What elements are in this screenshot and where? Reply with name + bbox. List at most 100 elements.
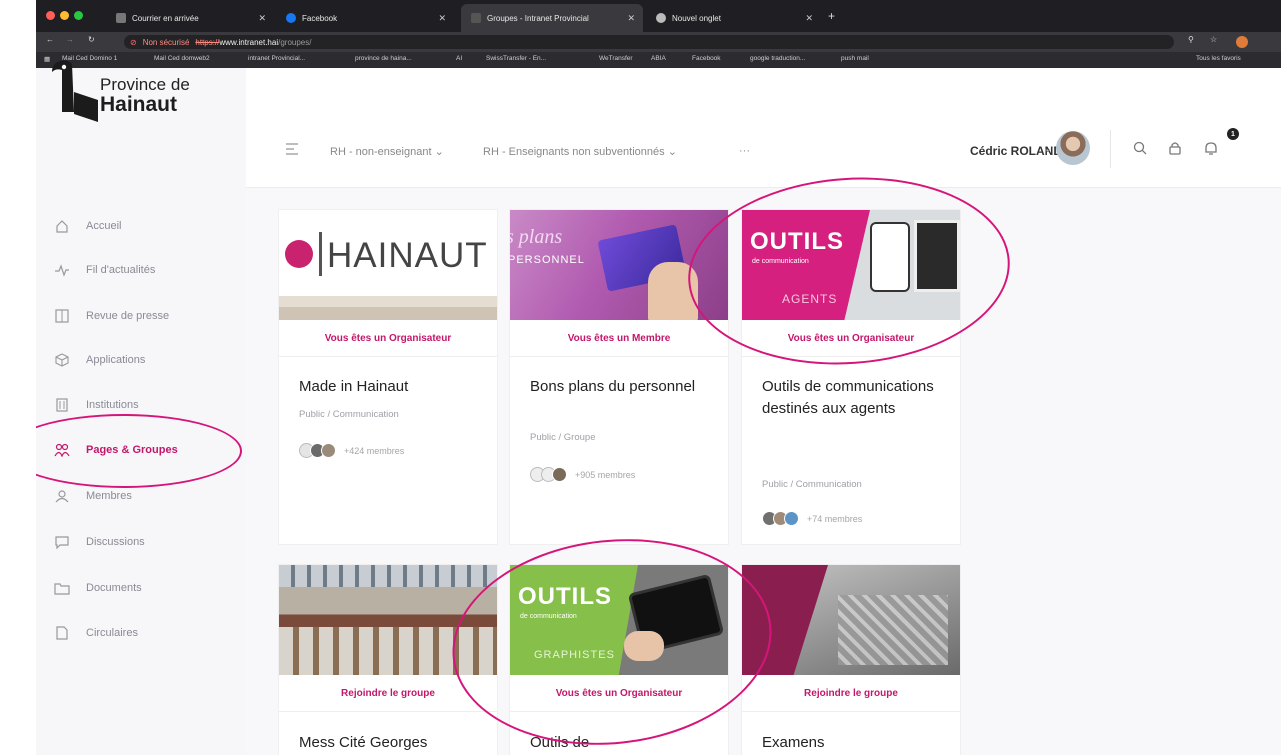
- sidebar-item-applications[interactable]: Applications: [54, 350, 145, 370]
- tables-shape: [279, 627, 497, 675]
- bookmark-item[interactable]: SwissTransfer - En...: [486, 55, 546, 62]
- security-warning-icon: ⊘: [130, 37, 137, 47]
- group-card[interactable]: s plans PERSONNEL Vous êtes un Membre Bo…: [510, 210, 728, 544]
- url-input[interactable]: ⊘ Non sécurisé https:// www.intranet.hai…: [124, 35, 1174, 49]
- sidebar-item-accueil[interactable]: Accueil: [54, 216, 121, 236]
- lock-icon[interactable]: [1168, 141, 1182, 160]
- folder-icon: [54, 580, 70, 596]
- menu-toggle-icon[interactable]: [286, 142, 300, 160]
- group-card[interactable]: OUTILS de communication AGENTS Vous êtes…: [742, 210, 960, 544]
- logo-line2: Hainaut: [100, 93, 178, 116]
- close-tab-icon[interactable]: ✕: [627, 13, 635, 24]
- bookmark-star-icon[interactable]: ☆: [1210, 35, 1217, 44]
- group-meta: Public / Communication: [762, 479, 862, 490]
- page-icon: [471, 13, 481, 23]
- sidebar-item-institutions[interactable]: Institutions: [54, 395, 139, 415]
- group-title[interactable]: Examens: [762, 732, 942, 754]
- member-avatars: +74 membres: [762, 511, 862, 526]
- group-card[interactable]: OUTILS de communication GRAPHISTES Vous …: [510, 565, 728, 755]
- sidebar-item-fil[interactable]: Fil d'actualités: [54, 260, 155, 280]
- chrome-icon: [656, 13, 666, 23]
- sidebar-item-documents[interactable]: Documents: [54, 578, 142, 598]
- group-role[interactable]: Rejoindre le groupe: [742, 688, 960, 699]
- close-tab-icon[interactable]: ✕: [805, 13, 813, 24]
- group-role: Vous êtes un Membre: [567, 333, 671, 344]
- bookmark-item[interactable]: province de haina...: [355, 55, 412, 62]
- member-avatar: [784, 511, 799, 526]
- close-tab-icon[interactable]: ✕: [258, 13, 266, 24]
- facebook-icon: [286, 13, 296, 23]
- apps-icon[interactable]: ▦: [44, 55, 50, 63]
- sidebar-item-revue[interactable]: Revue de presse: [54, 306, 169, 326]
- pink-circle-shape: [285, 240, 313, 268]
- bookmark-item[interactable]: Facebook: [692, 55, 721, 62]
- bookmark-item[interactable]: AI: [456, 55, 462, 62]
- close-tab-icon[interactable]: ✕: [438, 13, 446, 24]
- member-avatars: +905 membres: [530, 467, 635, 482]
- close-window-button[interactable]: [46, 11, 55, 20]
- logo-line1: Province de: [100, 75, 190, 94]
- bookmark-item[interactable]: push mail: [841, 55, 869, 62]
- group-card[interactable]: Rejoindre le groupe Mess Cité Georges: [279, 565, 497, 755]
- group-role: Vous êtes un Organisateur: [555, 688, 683, 699]
- bell-icon[interactable]: [1204, 141, 1218, 161]
- bookmark-item[interactable]: ABIA: [651, 55, 666, 62]
- phone-shape: [872, 224, 908, 290]
- more-menu-button[interactable]: ···: [739, 145, 750, 157]
- member-count: +905 membres: [575, 469, 636, 480]
- profile-avatar[interactable]: [1236, 36, 1248, 48]
- cube-icon: [54, 352, 70, 368]
- group-title[interactable]: Made in Hainaut: [299, 376, 479, 398]
- group-card[interactable]: HAINAUT Vous êtes un Organisateur Made i…: [279, 210, 497, 544]
- building-icon: [54, 397, 70, 413]
- puzzle-shape: [838, 595, 948, 665]
- group-title[interactable]: Outils de: [530, 732, 710, 754]
- group-card[interactable]: Rejoindre le groupe Examens: [742, 565, 960, 755]
- user-menu-chevron-icon[interactable]: ⌄: [1043, 142, 1052, 155]
- sidebar-item-circulaires[interactable]: Circulaires: [54, 623, 138, 643]
- nav-link-rh-non-enseignant[interactable]: RH - non-enseignant ⌄: [330, 145, 444, 158]
- reload-icon[interactable]: ↻: [88, 35, 95, 44]
- minimize-window-button[interactable]: [60, 11, 69, 20]
- bookmark-item[interactable]: intranet Provincial...: [248, 55, 305, 62]
- user-avatar[interactable]: [1056, 131, 1090, 165]
- purple-panel-shape: [742, 565, 828, 675]
- forward-icon[interactable]: →: [66, 35, 74, 44]
- search-icon[interactable]: [1133, 141, 1147, 160]
- bird-logo-icon: [52, 60, 98, 122]
- tablet-shape: [914, 220, 960, 292]
- member-count: +74 membres: [807, 513, 863, 524]
- group-title[interactable]: Mess Cité Georges: [299, 732, 479, 754]
- top-header: RH - non-enseignant ⌄ RH - Enseignants n…: [246, 68, 1281, 188]
- screenshot-frame: Courrier en arrivée ✕ Facebook ✕ Groupes…: [36, 0, 1281, 755]
- chevron-down-icon: ⌄: [667, 146, 677, 158]
- zoom-icon[interactable]: ⚲: [1188, 35, 1194, 44]
- new-tab-button[interactable]: +: [828, 9, 835, 23]
- document-icon: [54, 625, 70, 641]
- bookmark-item[interactable]: WeTransfer: [599, 55, 633, 62]
- sidebar-item-pages-groupes[interactable]: Pages & Groupes: [54, 440, 178, 460]
- group-role: Vous êtes un Organisateur: [787, 333, 915, 344]
- groups-icon: [54, 442, 70, 458]
- sidebar-item-discussions[interactable]: Discussions: [54, 532, 145, 552]
- browser-tab-bar: Courrier en arrivée ✕ Facebook ✕ Groupes…: [36, 0, 1281, 32]
- group-cover-image: [279, 565, 497, 675]
- browser-tab[interactable]: Nouvel onglet ✕: [646, 4, 821, 32]
- nav-link-rh-enseignants[interactable]: RH - Enseignants non subventionnés ⌄: [483, 145, 677, 158]
- group-title[interactable]: Bons plans du personnel: [530, 376, 710, 398]
- sidebar-item-membres[interactable]: Membres: [54, 486, 132, 506]
- group-title[interactable]: Outils de communications destinés aux ag…: [762, 376, 942, 420]
- member-avatar: [321, 443, 336, 458]
- browser-tab[interactable]: Courrier en arrivée ✕: [106, 4, 274, 32]
- notification-badge: 1: [1227, 128, 1239, 140]
- browser-tab[interactable]: Facebook ✕: [276, 4, 454, 32]
- group-role[interactable]: Rejoindre le groupe: [279, 688, 497, 699]
- back-icon[interactable]: ←: [46, 35, 54, 44]
- member-avatars: +424 membres: [299, 443, 404, 458]
- user-icon: [54, 488, 70, 504]
- bookmark-item[interactable]: Tous les favoris: [1196, 55, 1241, 62]
- ceiling-shape: [279, 565, 497, 587]
- bookmark-item[interactable]: google traduction...: [750, 55, 805, 62]
- maximize-window-button[interactable]: [74, 11, 83, 20]
- browser-tab-active[interactable]: Groupes - Intranet Provincial ✕: [461, 4, 643, 32]
